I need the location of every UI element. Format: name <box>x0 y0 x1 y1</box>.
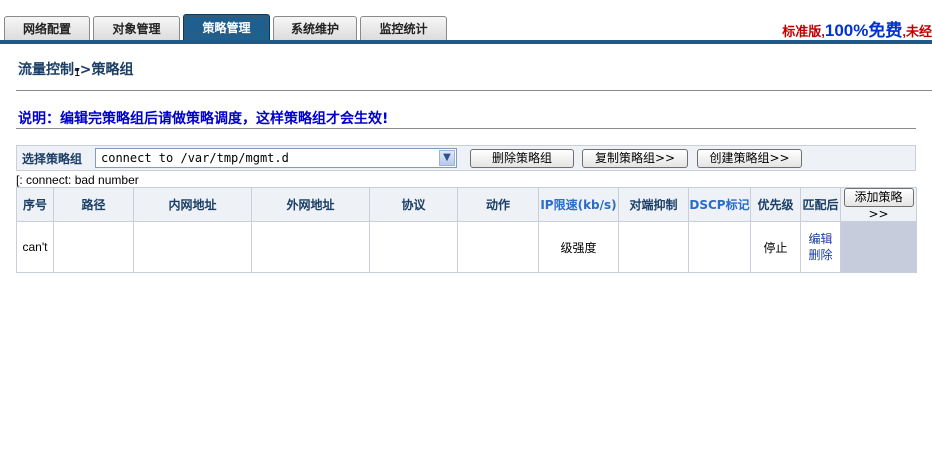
cell-seq: can't <box>16 221 54 273</box>
top-navigation: 网络配置 对象管理 策略管理 系统维护 监控统计 标准版,100%免费,未经 <box>0 0 932 44</box>
tab-monitor-stats[interactable]: 监控统计 <box>360 16 447 40</box>
tab-policy-management[interactable]: 策略管理 <box>183 14 270 40</box>
policy-group-bar: 选择策略组 connect to /var/tmp/mgmt.d ▼ 删除策略组… <box>16 145 916 171</box>
cell-priority: 停止 <box>750 221 801 273</box>
header-path: 路径 <box>53 187 134 222</box>
header-priority: 优先级 <box>750 187 801 222</box>
chevron-down-icon[interactable]: ▼ <box>439 150 455 166</box>
policy-group-select[interactable]: connect to /var/tmp/mgmt.d ▼ <box>95 148 457 168</box>
cell-protocol <box>369 221 458 273</box>
divider <box>16 90 932 91</box>
policy-group-select-value: connect to /var/tmp/mgmt.d <box>101 151 289 165</box>
cell-ip-limit: 级强度 <box>538 221 619 273</box>
cell-action <box>457 221 539 273</box>
header-suppress: 对端抑制 <box>618 187 689 222</box>
instruction-note: 说明：编辑完策略组后请做策略调度，这样策略组才会生效! <box>18 111 389 127</box>
cell-inner-address <box>133 221 252 273</box>
cell-path <box>53 221 134 273</box>
cell-suppress <box>618 221 689 273</box>
policy-group-label: 选择策略组 <box>22 152 83 166</box>
header-outer-address: 外网地址 <box>251 187 370 222</box>
free-label: 100%免费 <box>824 21 903 40</box>
tab-network-config[interactable]: 网络配置 <box>4 16 90 40</box>
header-inner-address: 内网地址 <box>133 187 252 222</box>
header-add-cell: 添加策略>> <box>840 187 917 222</box>
divider <box>16 128 916 129</box>
table-row: can't 级强度 停止 编辑 删除 <box>16 221 917 273</box>
header-dscp: DSCP标记 <box>688 187 751 222</box>
cell-dscp <box>688 221 751 273</box>
text-cursor-icon: I <box>74 66 81 79</box>
create-group-button[interactable]: 创建策略组>> <box>697 149 802 168</box>
header-ip-limit: IP限速(kb/s) <box>538 187 619 222</box>
copy-group-button[interactable]: 复制策略组>> <box>582 149 688 168</box>
tab-system-maintenance[interactable]: 系统维护 <box>273 16 357 40</box>
header-protocol: 协议 <box>369 187 458 222</box>
cell-empty <box>840 221 917 273</box>
edition-label: 标准版, <box>782 24 825 39</box>
edition-banner: 标准版,100%免费,未经 <box>782 16 932 41</box>
cell-outer-address <box>251 221 370 273</box>
tab-object-management[interactable]: 对象管理 <box>93 16 180 40</box>
delete-group-button[interactable]: 删除策略组 <box>470 149 574 168</box>
error-message: [: connect: bad number <box>16 173 139 187</box>
top-divider <box>0 40 932 44</box>
table-header-row: 序号 路径 内网地址 外网地址 协议 动作 IP限速(kb/s) 对端抑制 DS… <box>16 187 917 222</box>
add-policy-button[interactable]: 添加策略>> <box>843 188 914 221</box>
policy-table: 序号 路径 内网地址 外网地址 协议 动作 IP限速(kb/s) 对端抑制 DS… <box>16 187 917 273</box>
cell-operations: 编辑 删除 <box>800 221 841 273</box>
header-match-after: 匹配后 <box>800 187 841 222</box>
edition-suffix: ,未经 <box>902 24 932 39</box>
edit-policy-link[interactable]: 编辑 <box>808 232 832 246</box>
delete-policy-link[interactable]: 删除 <box>808 248 832 262</box>
header-seq: 序号 <box>16 187 54 222</box>
header-action: 动作 <box>457 187 539 222</box>
